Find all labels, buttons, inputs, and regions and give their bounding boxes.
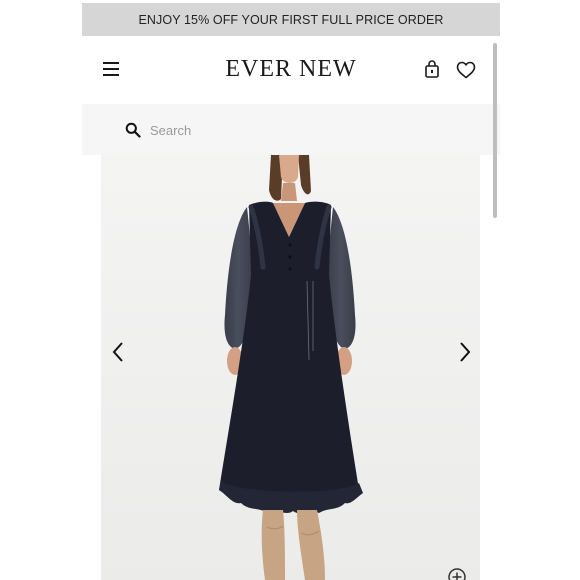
search-input[interactable] xyxy=(148,117,472,143)
promo-text: ENJOY 15% OFF YOUR FIRST FULL PRICE ORDE… xyxy=(138,12,444,27)
page-scrollbar[interactable] xyxy=(493,43,497,218)
zoom-plus-icon[interactable] xyxy=(447,567,467,580)
search-icon xyxy=(125,122,141,138)
chevron-right-icon[interactable] xyxy=(457,341,473,363)
heart-icon[interactable] xyxy=(456,61,476,79)
mobile-page: ENJOY 15% OFF YOUR FIRST FULL PRICE ORDE… xyxy=(82,3,500,580)
site-header: EVER NEW xyxy=(82,36,500,104)
screenshot-frame: ENJOY 15% OFF YOUR FIRST FULL PRICE ORDE… xyxy=(0,0,580,580)
product-photo xyxy=(101,155,480,580)
promo-banner[interactable]: ENJOY 15% OFF YOUR FIRST FULL PRICE ORDE… xyxy=(82,3,500,36)
chevron-left-icon[interactable] xyxy=(110,341,126,363)
shopping-bag-icon[interactable] xyxy=(424,59,440,79)
product-image-gallery[interactable] xyxy=(101,155,480,580)
search-bar xyxy=(82,104,500,155)
